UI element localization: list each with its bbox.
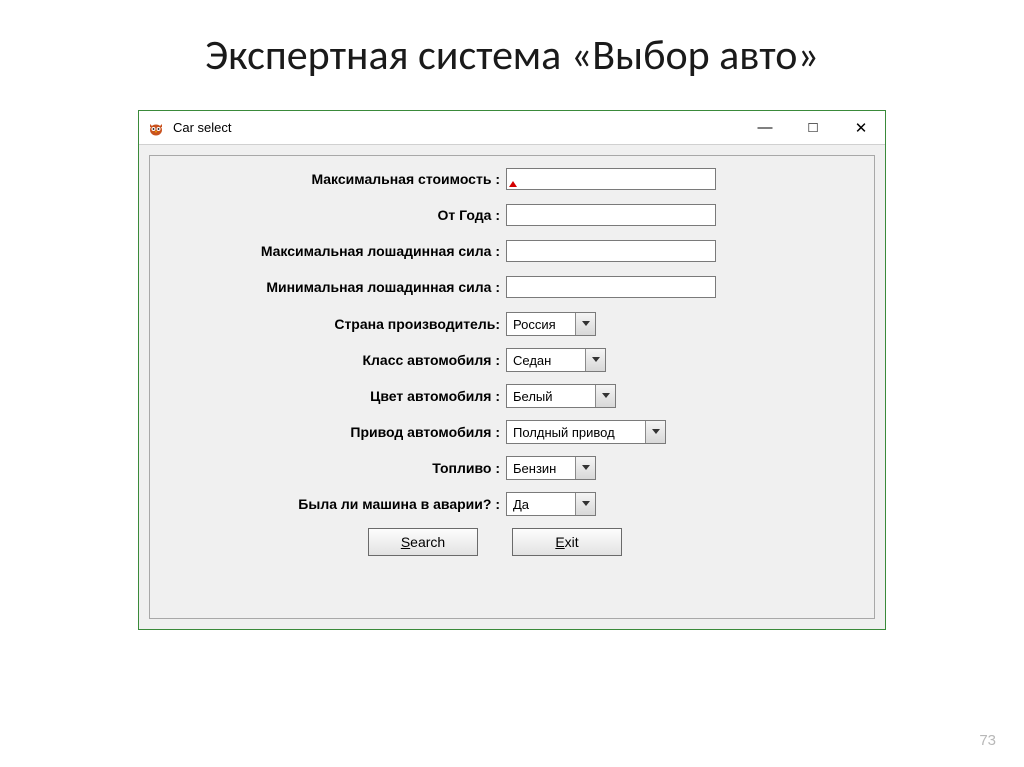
chevron-down-icon[interactable]: [595, 385, 615, 407]
exit-button[interactable]: Exit: [512, 528, 622, 556]
class-combo[interactable]: Седан: [506, 348, 606, 372]
app-window: Car select — □ ✕ Максимальная стоимость …: [138, 110, 886, 630]
accident-label: Была ли машина в аварии? :: [168, 496, 506, 512]
maximize-button[interactable]: □: [789, 111, 837, 144]
fuel-label: Топливо :: [168, 460, 506, 476]
class-label: Класс автомобиля :: [168, 352, 506, 368]
minimize-button[interactable]: —: [741, 111, 789, 144]
drive-label: Привод автомобиля :: [168, 424, 506, 440]
country-value: Россия: [507, 313, 575, 335]
validation-caret-icon: [509, 181, 517, 187]
country-combo[interactable]: Россия: [506, 312, 596, 336]
color-combo[interactable]: Белый: [506, 384, 616, 408]
search-button[interactable]: Search: [368, 528, 478, 556]
chevron-down-icon[interactable]: [645, 421, 665, 443]
accident-combo[interactable]: Да: [506, 492, 596, 516]
chevron-down-icon[interactable]: [575, 313, 595, 335]
accident-value: Да: [507, 493, 575, 515]
window-title: Car select: [173, 120, 232, 135]
drive-combo[interactable]: Полдный привод: [506, 420, 666, 444]
max-price-input[interactable]: [506, 168, 716, 190]
owl-icon: [147, 119, 165, 137]
chevron-down-icon[interactable]: [575, 493, 595, 515]
fuel-value: Бензин: [507, 457, 575, 479]
chevron-down-icon[interactable]: [585, 349, 605, 371]
max-hp-label: Максимальная лошадинная сила :: [168, 243, 506, 259]
slide-title: Экспертная система «Выбор авто»: [0, 0, 1024, 99]
max-hp-input[interactable]: [506, 240, 716, 262]
from-year-label: От Года :: [168, 207, 506, 223]
titlebar: Car select — □ ✕: [139, 111, 885, 145]
from-year-input[interactable]: [506, 204, 716, 226]
min-hp-label: Минимальная лошадинная сила :: [168, 279, 506, 295]
max-price-label: Максимальная стоимость :: [168, 171, 506, 187]
min-hp-input[interactable]: [506, 276, 716, 298]
form-panel: Максимальная стоимость : От Года : Макси…: [149, 155, 875, 619]
country-label: Страна производитель:: [168, 316, 506, 332]
close-button[interactable]: ✕: [837, 111, 885, 144]
page-number: 73: [979, 732, 996, 749]
window-control-buttons: — □ ✕: [741, 111, 885, 144]
class-value: Седан: [507, 349, 585, 371]
color-value: Белый: [507, 385, 595, 407]
fuel-combo[interactable]: Бензин: [506, 456, 596, 480]
color-label: Цвет автомобиля :: [168, 388, 506, 404]
drive-value: Полдный привод: [507, 421, 645, 443]
chevron-down-icon[interactable]: [575, 457, 595, 479]
